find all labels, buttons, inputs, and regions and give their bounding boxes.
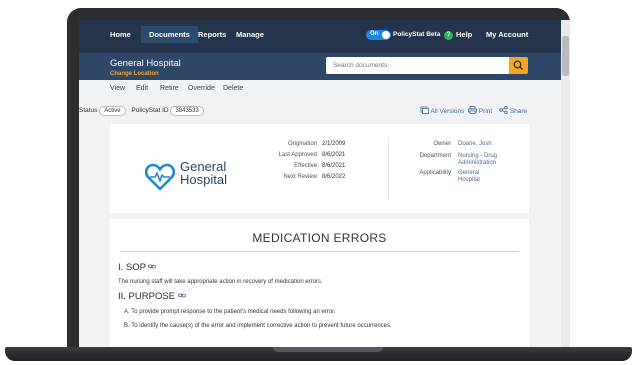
status-badge: Active [99,106,126,116]
beta-toggle[interactable]: On [366,30,391,40]
nav-home[interactable]: Home [110,30,131,39]
beta-help-badge[interactable]: ? [444,31,453,40]
effective-label: Effective [294,163,317,169]
section-sop-heading: I. SOP [118,262,157,273]
toggle-knob [382,31,390,39]
versions-icon [420,106,429,114]
tool-delete[interactable]: Delete [223,85,243,92]
origination-label: Origination [287,141,317,147]
section-purpose-title: II. PURPOSE [118,291,176,302]
policystat-id-label: PolicyStat ID [131,107,169,114]
next-review-label: Next Review [283,174,317,180]
nav-reports[interactable]: Reports [198,30,226,39]
link-icon[interactable] [177,292,186,299]
title-rule [120,251,519,252]
department-line-2: Administration [458,159,497,166]
print-label: Print [478,108,493,115]
purpose-item-b: B. To identify the cause(s) of the error… [124,323,392,329]
policystat-id-value: 3843533 [170,106,204,116]
department-label: Department [419,153,451,159]
print-icon [468,106,477,114]
applicability-label: Applicability [419,170,451,176]
laptop-notch [273,347,383,352]
sop-text: The nursing staff will take appropriate … [118,279,323,285]
nav-help[interactable]: Help [456,30,472,39]
heart-logo-icon [145,163,175,191]
effective-value: 8/6/2021 [322,163,346,169]
tool-edit[interactable]: Edit [136,85,148,92]
nav-manage[interactable]: Manage [236,30,264,39]
app-screen: Home Documents Reports Manage On PolicyS… [79,20,570,347]
applicability-value[interactable]: General Hospital [458,170,480,183]
change-location-link[interactable]: Change Location [110,71,159,77]
search-placeholder: Search documents [333,62,388,69]
top-nav: Home Documents Reports Manage On PolicyS… [79,20,561,53]
hospital-name: General Hospital [110,58,181,69]
status-row: Status Active PolicyStat ID 3843533 [79,106,208,116]
next-review-value: 8/6/2022 [322,174,346,180]
search-icon [513,60,524,71]
all-versions-button[interactable]: All Versions [420,106,464,115]
purpose-item-a: A. To provide prompt response to the pat… [124,309,336,315]
section-purpose-heading: II. PURPOSE [118,291,186,302]
document-info-card: General Hospital Origination 2/1/2009 La… [110,124,529,213]
nav-documents[interactable]: Documents [141,26,198,43]
owner-value[interactable]: Doane, Josh [458,141,492,148]
logo-line-2: Hospital [180,172,227,187]
document-title: MEDICATION ERRORS [252,231,387,245]
link-icon[interactable] [148,263,157,270]
page-scrollbar[interactable] [561,20,570,347]
department-line-1: Nursing - Drug [458,153,498,159]
tool-override[interactable]: Override [188,85,215,92]
laptop-base [5,347,632,361]
search-input[interactable]: Search documents [326,57,511,74]
info-divider [388,138,389,200]
document-body: MEDICATION ERRORS I. SOP The nursing sta… [110,219,529,347]
owner-label: Owner [433,141,451,147]
origination-value: 2/1/2009 [322,141,346,147]
status-label: Status [79,107,98,114]
hospital-logo-text: General Hospital [180,160,227,186]
print-button[interactable]: Print [468,106,492,115]
document-toolbar: View Edit Retire Override Delete [79,80,561,98]
last-approved-label: Last Approved [278,152,317,158]
beta-label: PolicyStat Beta [393,31,441,38]
search-button[interactable] [509,57,528,74]
applicability-line-1: General [458,170,480,176]
last-approved-value: 8/6/2021 [322,152,346,158]
section-sop-title: I. SOP [118,262,146,273]
tool-retire[interactable]: Retire [160,85,179,92]
scrollbar-thumb[interactable] [562,36,569,76]
nav-my-account[interactable]: My Account [486,30,528,39]
share-icon [499,105,508,115]
share-button[interactable]: Share [499,105,528,115]
applicability-line-2: Hospital [458,176,480,183]
tool-view[interactable]: View [110,85,125,92]
department-value[interactable]: Nursing - Drug Administration [458,153,497,166]
share-label: Share [509,108,528,115]
all-versions-label: All Versions [430,108,465,115]
toggle-label: On [370,31,379,37]
